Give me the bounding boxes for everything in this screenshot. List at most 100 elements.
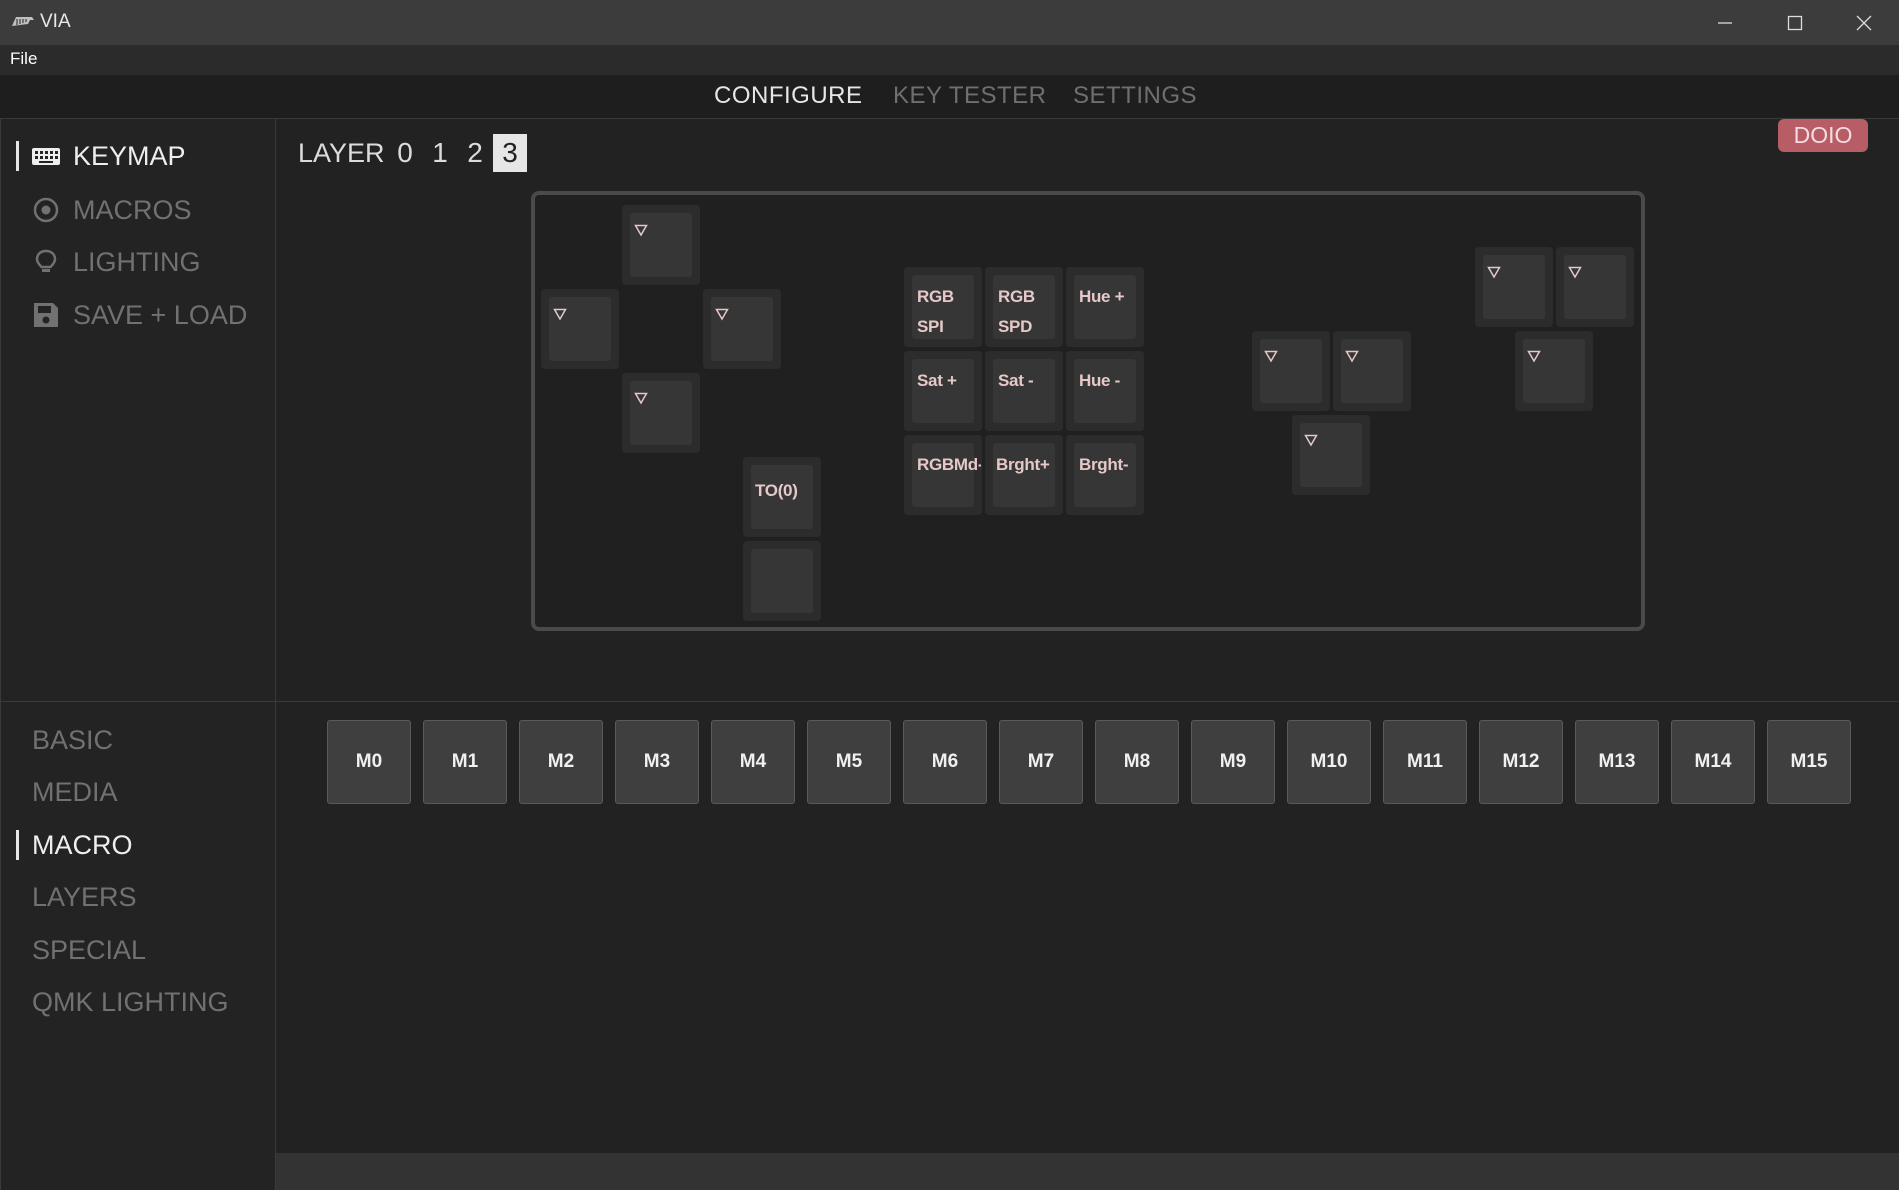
transparent-triangle-icon <box>715 308 729 321</box>
layer-2-button[interactable]: 2 <box>458 134 492 172</box>
key-legend: RGB SPI <box>917 287 954 336</box>
macro-key-m11[interactable]: M11 <box>1383 720 1467 804</box>
key-blank[interactable] <box>743 541 821 621</box>
key-rgb-spi[interactable]: RGB SPI <box>904 267 982 347</box>
key-legend: Hue - <box>1079 371 1121 390</box>
key-transparent[interactable] <box>622 373 700 453</box>
via-logo-icon <box>12 17 34 26</box>
key-hue-up[interactable]: Hue + <box>1066 267 1144 347</box>
transparent-triangle-icon <box>1345 350 1359 363</box>
title-bar: VIA <box>0 0 1899 45</box>
sidebar-item-label: MACROS <box>73 195 192 225</box>
key-rgb-spd[interactable]: RGB SPD <box>985 267 1063 347</box>
macro-key-m3[interactable]: M3 <box>615 720 699 804</box>
minimize-button[interactable] <box>1690 0 1760 45</box>
key-legend: Hue + <box>1079 287 1125 306</box>
macro-key-m1[interactable]: M1 <box>423 720 507 804</box>
key-legend: RGBMd- <box>917 455 981 474</box>
category-label: QMK LIGHTING <box>32 987 229 1017</box>
macro-key-m13[interactable]: M13 <box>1575 720 1659 804</box>
macro-key-m5[interactable]: M5 <box>807 720 891 804</box>
file-menu[interactable]: File <box>10 49 37 69</box>
lightbulb-icon <box>35 249 57 272</box>
transparent-triangle-icon <box>1264 350 1278 363</box>
category-basic[interactable]: BASIC <box>1 720 277 760</box>
macro-key-m12[interactable]: M12 <box>1479 720 1563 804</box>
tab-settings[interactable]: SETTINGS <box>1073 82 1197 110</box>
macro-key-m4[interactable]: M4 <box>711 720 795 804</box>
key-bright-down[interactable]: Brght- <box>1066 435 1144 515</box>
key-sat-up[interactable]: Sat + <box>904 351 982 431</box>
menu-bar: File <box>0 45 1899 75</box>
category-special[interactable]: SPECIAL <box>1 930 277 970</box>
sidebar-item-macros[interactable]: MACROS <box>1 190 277 230</box>
keyboard-layout: TO(0) RGB SPI RGB SPD Hue + Sat + Sat - … <box>531 191 1645 631</box>
transparent-triangle-icon <box>1568 266 1582 279</box>
window-title: VIA <box>40 11 71 32</box>
macro-key-m8[interactable]: M8 <box>1095 720 1179 804</box>
macro-key-m7[interactable]: M7 <box>999 720 1083 804</box>
close-button[interactable] <box>1829 0 1899 45</box>
brand-badge: DOIO <box>1778 119 1868 152</box>
layer-label: LAYER <box>298 138 385 168</box>
key-sat-down[interactable]: Sat - <box>985 351 1063 431</box>
sidebar-item-save-load[interactable]: SAVE + LOAD <box>1 295 277 335</box>
macro-key-m2[interactable]: M2 <box>519 720 603 804</box>
key-transparent[interactable] <box>1252 331 1330 411</box>
category-label: MACRO <box>32 830 133 860</box>
keycap <box>751 549 813 613</box>
transparent-triangle-icon <box>634 392 648 405</box>
sidebar-item-lighting[interactable]: LIGHTING <box>1 242 277 282</box>
key-transparent[interactable] <box>1515 331 1593 411</box>
layer-1-button[interactable]: 1 <box>423 134 457 172</box>
category-layers[interactable]: LAYERS <box>1 877 277 917</box>
key-to0[interactable]: TO(0) <box>743 457 821 537</box>
record-icon <box>33 197 59 223</box>
key-transparent[interactable] <box>1556 247 1634 327</box>
transparent-triangle-icon <box>1527 350 1541 363</box>
macro-key-m0[interactable]: M0 <box>327 720 411 804</box>
maximize-button[interactable] <box>1760 0 1830 45</box>
tab-configure[interactable]: CONFIGURE <box>714 82 863 110</box>
keycode-category-menu: BASIC MEDIA MACRO LAYERS SPECIAL QMK LIG… <box>0 701 276 1190</box>
category-label: SPECIAL <box>32 935 147 965</box>
key-transparent[interactable] <box>1292 415 1370 495</box>
divider <box>276 701 1899 702</box>
category-label: MEDIA <box>32 777 118 807</box>
bottom-strip <box>276 1153 1899 1190</box>
key-rgb-mode[interactable]: RGBMd- <box>904 435 982 515</box>
maximize-icon <box>1787 15 1803 30</box>
category-label: LAYERS <box>32 882 137 912</box>
active-marker <box>16 830 19 860</box>
tab-key-tester[interactable]: KEY TESTER <box>893 82 1047 110</box>
key-legend: RGB SPD <box>998 287 1035 336</box>
macro-key-m14[interactable]: M14 <box>1671 720 1755 804</box>
category-qmk-lighting[interactable]: QMK LIGHTING <box>1 982 277 1022</box>
key-hue-down[interactable]: Hue - <box>1066 351 1144 431</box>
key-legend: Brght- <box>1079 455 1129 474</box>
layer-3-button[interactable]: 3 <box>493 134 527 172</box>
category-macro[interactable]: MACRO <box>1 825 277 865</box>
key-legend: Sat + <box>917 371 957 390</box>
macro-key-m9[interactable]: M9 <box>1191 720 1275 804</box>
macro-key-m15[interactable]: M15 <box>1767 720 1851 804</box>
category-label: BASIC <box>32 725 114 755</box>
transparent-triangle-icon <box>1304 434 1318 447</box>
key-transparent[interactable] <box>541 289 619 369</box>
key-bright-up[interactable]: Brght+ <box>985 435 1063 515</box>
macro-key-m10[interactable]: M10 <box>1287 720 1371 804</box>
sidebar-item-keymap[interactable]: KEYMAP <box>1 136 277 176</box>
key-transparent[interactable] <box>703 289 781 369</box>
key-transparent[interactable] <box>1475 247 1553 327</box>
category-media[interactable]: MEDIA <box>1 772 277 812</box>
transparent-triangle-icon <box>553 308 567 321</box>
key-transparent[interactable] <box>1333 331 1411 411</box>
sidebar: KEYMAP MACROS LIGHTING SAVE + LOAD <box>0 119 276 701</box>
macro-key-m6[interactable]: M6 <box>903 720 987 804</box>
floppy-disk-icon <box>34 303 58 327</box>
minimize-icon <box>1718 21 1732 24</box>
active-marker <box>16 141 19 171</box>
key-transparent[interactable] <box>622 205 700 285</box>
key-legend: Sat - <box>998 371 1034 390</box>
layer-0-button[interactable]: 0 <box>388 134 422 172</box>
